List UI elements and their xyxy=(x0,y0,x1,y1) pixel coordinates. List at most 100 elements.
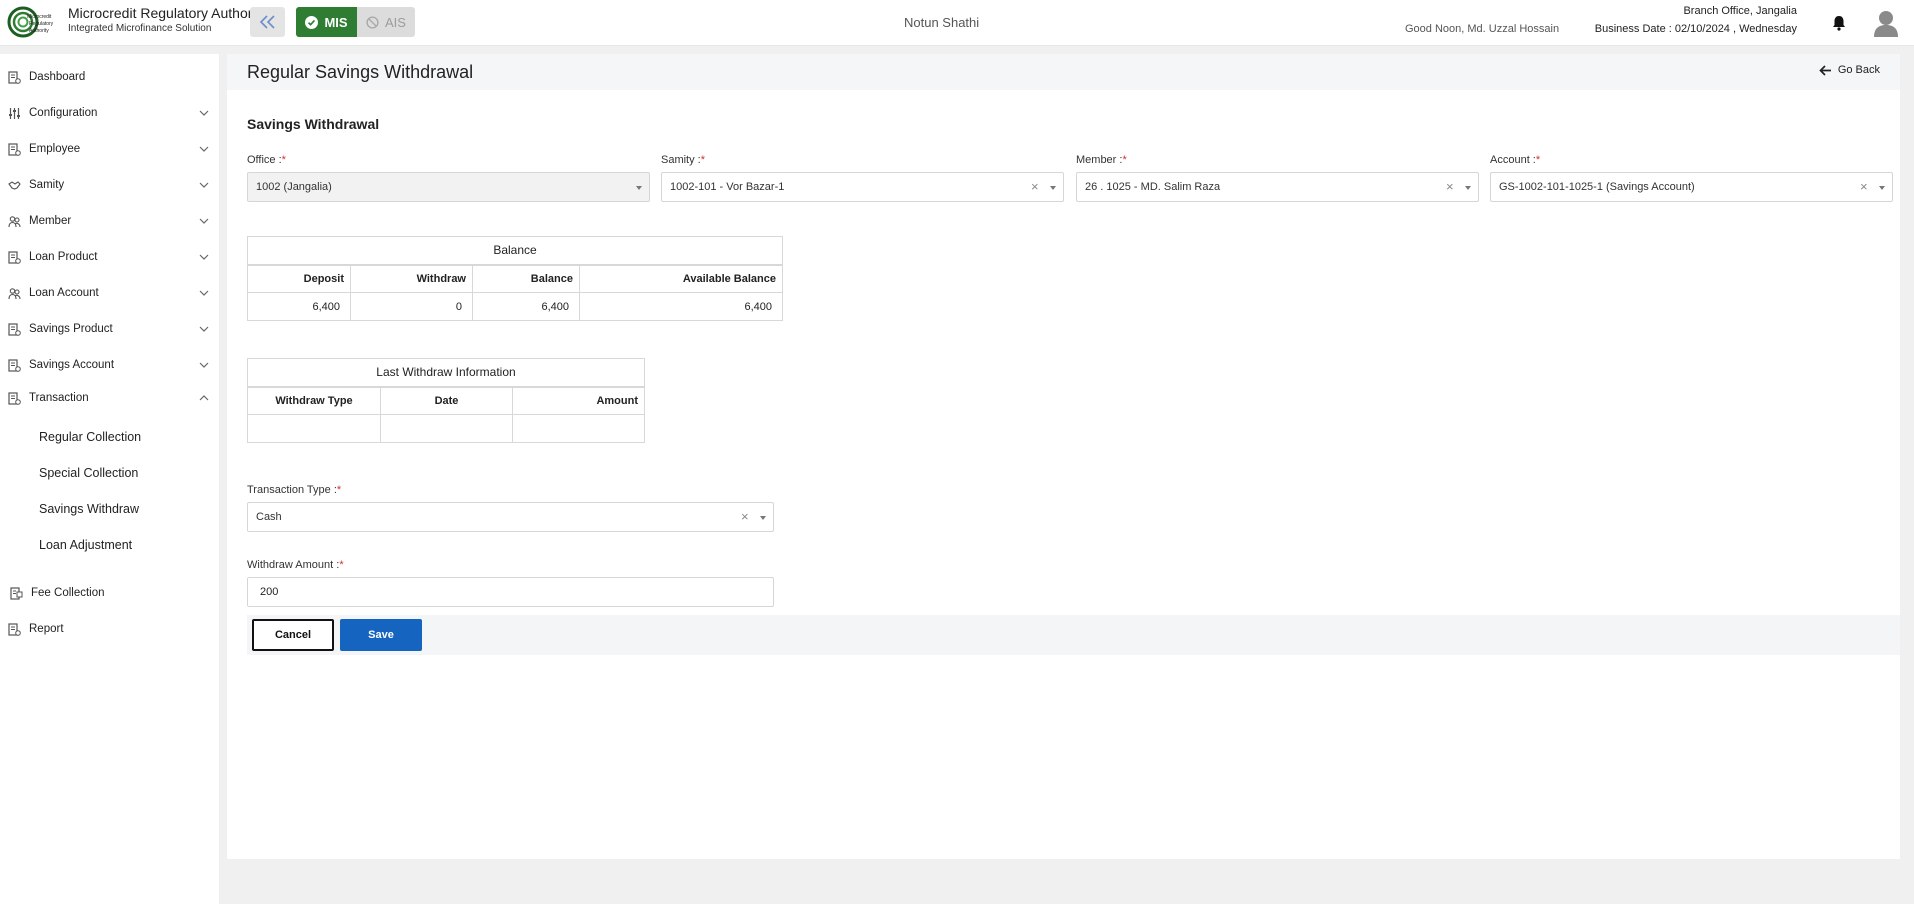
ais-mode-button[interactable]: AIS xyxy=(357,7,415,37)
user-greeting: Good Noon, Md. Uzzal Hossain xyxy=(1405,23,1560,35)
sidebar-item-label: Configuration xyxy=(29,107,98,119)
top-header: Microcredit Regulatory Authority Microcr… xyxy=(0,0,1914,46)
dashboard-icon xyxy=(8,71,21,84)
go-back-label: Go Back xyxy=(1837,64,1880,76)
caret-down-icon xyxy=(1050,186,1056,190)
caret-down-icon xyxy=(1465,186,1471,190)
chevron-down-icon xyxy=(199,326,209,332)
clear-icon[interactable]: × xyxy=(1860,179,1868,194)
office-label: Office :* xyxy=(247,154,286,166)
page-title: Regular Savings Withdrawal xyxy=(247,62,474,82)
caret-down-icon xyxy=(636,186,642,190)
sidebar-item-savings-product[interactable]: Savings Product xyxy=(0,316,219,342)
withdraw-amount-input[interactable] xyxy=(247,577,774,607)
form-action-bar: Cancel Save xyxy=(247,615,1900,655)
sidebar-subitem-savings-withdraw[interactable]: Savings Withdraw xyxy=(39,502,139,516)
sidebar-item-savings-account[interactable]: Savings Account xyxy=(0,352,219,378)
sidebar-item-label: Fee Collection xyxy=(31,587,105,599)
sidebar-item-label: Savings Account xyxy=(29,359,115,371)
table-header: Balance xyxy=(472,264,580,293)
collapse-sidebar-button[interactable] xyxy=(250,7,285,37)
account-select[interactable]: GS-1002-101-1025-1 (Savings Account) × xyxy=(1490,172,1893,202)
org-name: Microcredit Regulatory Authority xyxy=(68,5,267,21)
check-circle-icon xyxy=(305,15,319,29)
receipt-icon xyxy=(10,587,23,600)
table-header: Withdraw xyxy=(350,264,473,293)
clear-icon[interactable]: × xyxy=(741,509,749,524)
save-button[interactable]: Save xyxy=(340,619,422,651)
sidebar-item-samity[interactable]: Samity xyxy=(0,172,219,198)
transaction-type-label: Transaction Type :* xyxy=(247,484,341,496)
mis-label: MIS xyxy=(324,14,348,30)
sidebar-item-label: Dashboard xyxy=(29,71,86,83)
chevron-down-icon xyxy=(199,218,209,224)
blocked-icon xyxy=(366,15,379,29)
clear-icon[interactable]: × xyxy=(1031,179,1039,194)
office-select[interactable]: 1002 (Jangalia) xyxy=(247,172,650,202)
sidebar-item-label: Transaction xyxy=(29,392,89,404)
withdraw-cell: 0 xyxy=(350,292,473,321)
document-icon xyxy=(8,323,21,336)
chevron-down-icon xyxy=(199,110,209,116)
empty-cell xyxy=(247,414,381,443)
caret-down-icon xyxy=(1879,186,1885,190)
chevron-up-icon xyxy=(199,395,209,401)
deposit-cell: 6,400 xyxy=(247,292,351,321)
mis-mode-button[interactable]: MIS xyxy=(296,7,357,37)
document-icon xyxy=(8,359,21,372)
notification-bell-icon[interactable] xyxy=(1830,14,1848,32)
sidebar-item-loan-account[interactable]: Loan Account xyxy=(0,280,219,306)
clear-icon[interactable]: × xyxy=(1446,179,1454,194)
mra-logo: Microcredit Regulatory Authority xyxy=(7,6,54,38)
withdraw-amount-label-text: Withdraw Amount : xyxy=(247,559,340,571)
table-header: Deposit xyxy=(247,264,351,293)
sidebar-item-dashboard[interactable]: Dashboard xyxy=(0,64,219,90)
samity-select[interactable]: 1002-101 - Vor Bazar-1 × xyxy=(661,172,1064,202)
user-avatar-icon[interactable] xyxy=(1873,9,1899,37)
section-title: Savings Withdrawal xyxy=(247,116,380,132)
member-label-text: Member : xyxy=(1076,154,1123,166)
required-mark: * xyxy=(281,154,286,166)
required-mark: * xyxy=(336,484,342,496)
members-icon xyxy=(8,288,21,300)
main-panel: Regular Savings Withdrawal Go Back Savin… xyxy=(227,54,1900,859)
cancel-button[interactable]: Cancel xyxy=(252,619,334,651)
sidebar-item-label: Report xyxy=(29,623,64,635)
sidebar-item-label: Loan Product xyxy=(29,251,98,263)
sidebar-item-fee-collection[interactable]: Fee Collection xyxy=(0,580,219,606)
branch-name: Branch Office, Jangalia xyxy=(1683,5,1797,17)
members-icon xyxy=(8,216,21,228)
office-label-text: Office : xyxy=(247,154,282,166)
chevron-down-icon xyxy=(199,182,209,188)
sidebar-subitem-special-collection[interactable]: Special Collection xyxy=(39,466,138,480)
ais-label: AIS xyxy=(385,14,406,30)
svg-text:Authority: Authority xyxy=(29,28,49,34)
sidebar-item-report[interactable]: Report xyxy=(0,616,219,642)
sidebar-item-label: Loan Account xyxy=(29,287,99,299)
sidebar-item-loan-product[interactable]: Loan Product xyxy=(0,244,219,270)
sidebar-item-label: Samity xyxy=(29,179,65,191)
double-chevron-left-icon xyxy=(259,15,275,29)
member-select[interactable]: 26 . 1025 - MD. Salim Raza × xyxy=(1076,172,1479,202)
sidebar-item-employee[interactable]: Employee xyxy=(0,136,219,162)
sidebar: Dashboard Configuration Employee Samity … xyxy=(0,54,219,904)
svg-text:Microcredit: Microcredit xyxy=(27,14,52,20)
transaction-type-select[interactable]: Cash × xyxy=(247,502,774,532)
last-withdraw-table: Last Withdraw Information Withdraw Type … xyxy=(247,358,645,443)
sidebar-item-transaction[interactable]: Transaction xyxy=(0,385,219,411)
sidebar-item-label: Employee xyxy=(29,143,81,155)
sidebar-item-configuration[interactable]: Configuration xyxy=(0,100,219,126)
chevron-down-icon xyxy=(199,362,209,368)
empty-cell xyxy=(512,414,645,443)
sidebar-item-member[interactable]: Member xyxy=(0,208,219,234)
document-icon xyxy=(8,251,21,264)
chevron-down-icon xyxy=(199,254,209,260)
table-header: Available Balance xyxy=(579,264,783,293)
sliders-icon xyxy=(9,108,20,119)
sidebar-subitem-regular-collection[interactable]: Regular Collection xyxy=(39,430,141,444)
table-row xyxy=(247,414,645,443)
available-balance-cell: 6,400 xyxy=(579,292,783,321)
sidebar-subitem-loan-adjustment[interactable]: Loan Adjustment xyxy=(39,538,132,552)
go-back-button[interactable]: Go Back xyxy=(1819,64,1880,76)
required-mark: * xyxy=(339,559,344,571)
